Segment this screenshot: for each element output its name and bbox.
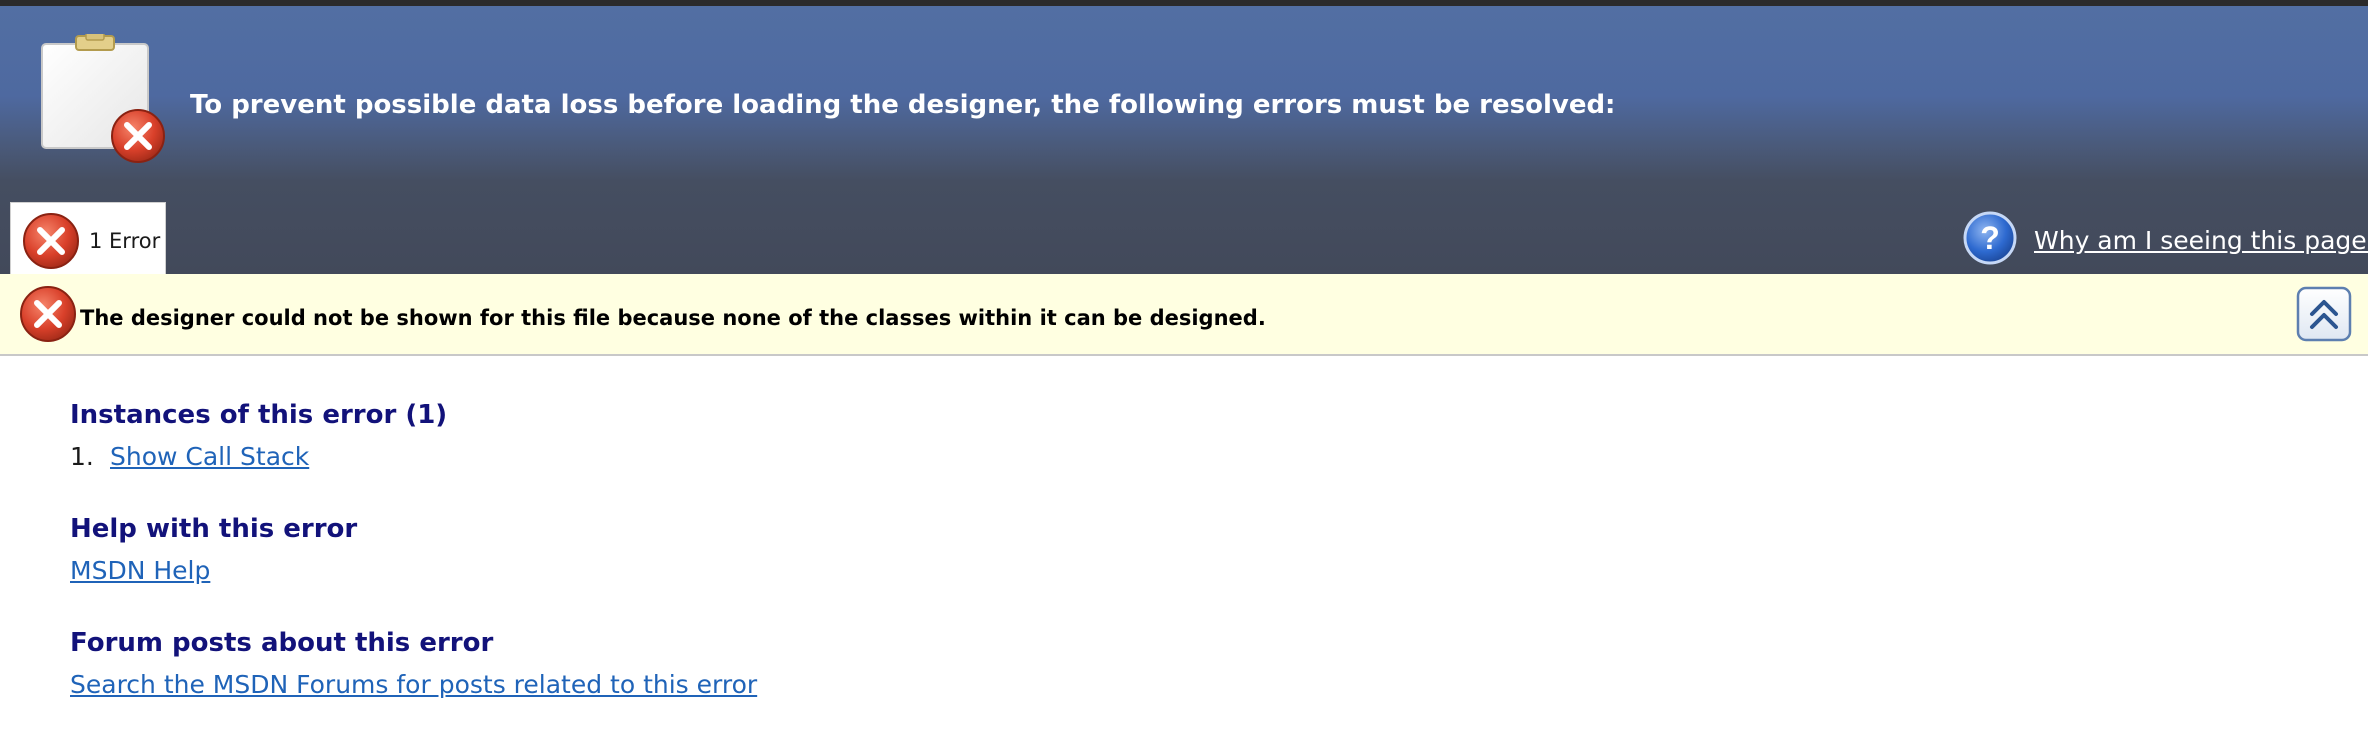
svg-text:?: ? — [1980, 220, 2000, 256]
why-am-i-seeing-this-page-link[interactable]: Why am I seeing this page? — [2034, 226, 2368, 255]
designer-error-page: To prevent possible data loss before loa… — [0, 0, 2368, 736]
header-message: To prevent possible data loss before loa… — [190, 90, 1616, 120]
clipboard-error-icon — [41, 34, 165, 163]
help-heading: Help with this error — [70, 514, 358, 544]
msdn-forums-search-link[interactable]: Search the MSDN Forums for posts related… — [70, 670, 757, 699]
instance-number: 1. — [70, 442, 94, 471]
show-call-stack-link[interactable]: Show Call Stack — [110, 442, 309, 471]
error-header: To prevent possible data loss before loa… — [0, 6, 2368, 282]
msdn-help-link[interactable]: MSDN Help — [70, 556, 210, 585]
collapse-icon[interactable] — [2296, 286, 2352, 342]
tab-label: 1 Error — [89, 229, 161, 253]
forum-heading: Forum posts about this error — [70, 628, 494, 658]
help-icon[interactable]: ? — [1962, 210, 2018, 266]
error-icon — [23, 213, 79, 269]
instances-heading: Instances of this error (1) — [70, 400, 448, 430]
error-banner: The designer could not be shown for this… — [0, 274, 2368, 356]
tab-errors[interactable]: 1 Error — [10, 202, 166, 282]
error-icon — [20, 286, 76, 342]
error-message: The designer could not be shown for this… — [80, 306, 1266, 330]
